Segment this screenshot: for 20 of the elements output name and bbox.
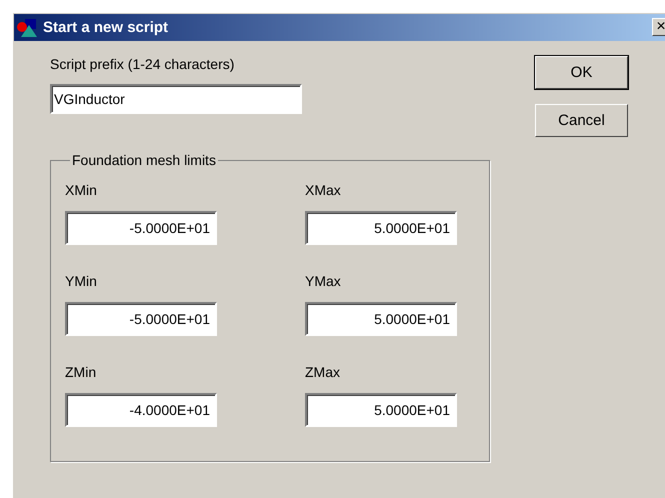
- window-title: Start a new script: [43, 19, 168, 36]
- field-label: ZMin: [65, 364, 96, 380]
- field-label: XMax: [305, 182, 341, 198]
- group-title: Foundation mesh limits: [71, 152, 217, 168]
- close-button[interactable]: ×: [652, 18, 665, 36]
- field-label: YMax: [305, 273, 341, 289]
- ok-button[interactable]: OK: [535, 56, 628, 89]
- field-label: YMin: [65, 273, 97, 289]
- input-field[interactable]: -4.0000E+01: [65, 393, 217, 427]
- field-label: XMin: [65, 182, 97, 198]
- input-field[interactable]: -5.0000E+01: [65, 211, 217, 245]
- field-label: ZMax: [305, 364, 340, 380]
- field-label: Script prefix (1-24 characters): [50, 56, 234, 72]
- input-field[interactable]: 5.0000E+01: [305, 302, 457, 336]
- app-shapes-icon: [17, 18, 37, 36]
- input-field[interactable]: 5.0000E+01: [305, 211, 457, 245]
- input-field[interactable]: -5.0000E+01: [65, 302, 217, 336]
- input-field[interactable]: VGInductor: [50, 84, 302, 114]
- input-field[interactable]: 5.0000E+01: [305, 393, 457, 427]
- cancel-button[interactable]: Cancel: [535, 104, 628, 137]
